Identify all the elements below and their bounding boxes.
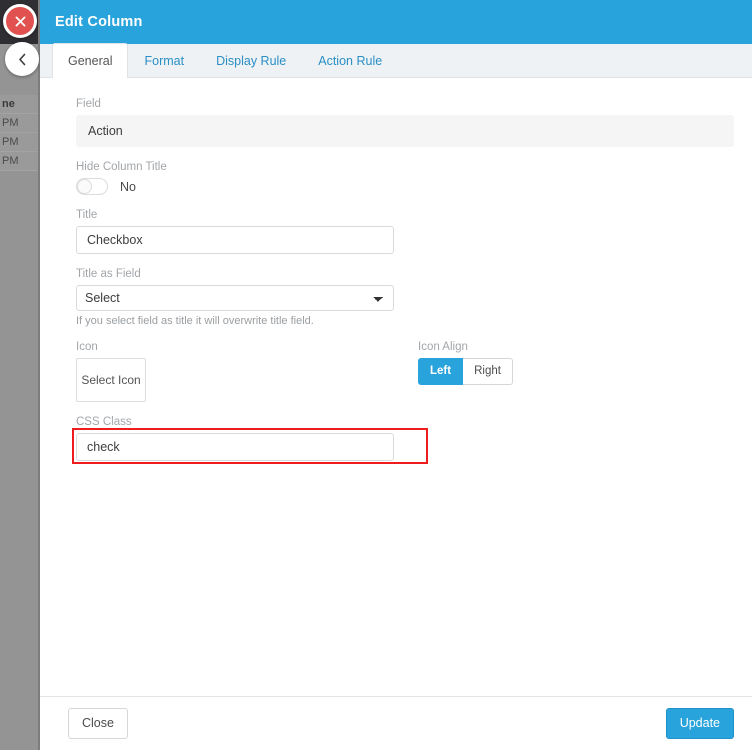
css-class-label: CSS Class [76, 416, 132, 428]
modal-header: Edit Column [40, 0, 752, 44]
field-group-title-as-field: Title as Field Select If you select fiel… [76, 268, 734, 327]
close-icon [15, 15, 26, 27]
modal-tab-bar: General Format Display Rule Action Rule [40, 43, 752, 78]
icon-align-column: Icon Align Left Right [418, 341, 513, 402]
title-as-field-select[interactable]: Select [76, 285, 394, 311]
tab-format[interactable]: Format [128, 43, 200, 77]
field-group-hide-column-title: Hide Column Title No [76, 161, 734, 195]
close-button[interactable]: Close [68, 708, 128, 739]
close-modal-circle-button[interactable] [3, 4, 37, 38]
table-row: PM [0, 152, 40, 171]
table-row: PM [0, 114, 40, 133]
modal-title: Edit Column [55, 14, 143, 30]
icon-align-right-button[interactable]: Right [463, 358, 513, 385]
tab-general[interactable]: General [52, 43, 129, 78]
page-backdrop-overlay: ne PM PM PM [0, 0, 40, 750]
modal-footer: Close Update [40, 696, 752, 750]
field-input [76, 115, 734, 147]
tab-display-rule[interactable]: Display Rule [200, 43, 302, 77]
icon-column: Icon Select Icon [76, 341, 418, 402]
icon-align-label: Icon Align [418, 341, 468, 353]
table-row: ne [0, 95, 40, 114]
field-group-title: Title [76, 209, 734, 254]
hide-column-title-toggle[interactable] [76, 178, 108, 195]
modal-body: Field Hide Column Title No Title Title a… [40, 78, 752, 696]
hide-column-title-value: No [120, 179, 136, 194]
title-label: Title [76, 209, 98, 221]
hide-column-title-label: Hide Column Title [76, 161, 167, 173]
background-data-table: ne PM PM PM [0, 95, 40, 171]
field-group-icon-row: Icon Select Icon Icon Align Left Right [76, 341, 734, 402]
toggle-knob [77, 179, 92, 194]
chevron-left-icon [17, 53, 28, 66]
tab-action-rule[interactable]: Action Rule [302, 43, 398, 77]
select-icon-button[interactable]: Select Icon [76, 358, 146, 402]
table-row: PM [0, 133, 40, 152]
icon-align-left-button[interactable]: Left [418, 358, 464, 385]
title-input[interactable] [76, 226, 394, 254]
css-class-input[interactable] [76, 433, 394, 461]
icon-label: Icon [76, 341, 98, 353]
icon-align-button-group: Left Right [418, 358, 513, 385]
update-button[interactable]: Update [665, 708, 734, 739]
field-group-field: Field [76, 98, 734, 147]
title-as-field-help: If you select field as title it will ove… [76, 315, 314, 327]
field-label: Field [76, 98, 101, 110]
back-circle-button[interactable] [5, 42, 39, 76]
edit-column-modal: Edit Column General Format Display Rule … [40, 0, 752, 750]
field-group-css-class: CSS Class [72, 416, 734, 464]
title-as-field-label: Title as Field [76, 268, 141, 280]
